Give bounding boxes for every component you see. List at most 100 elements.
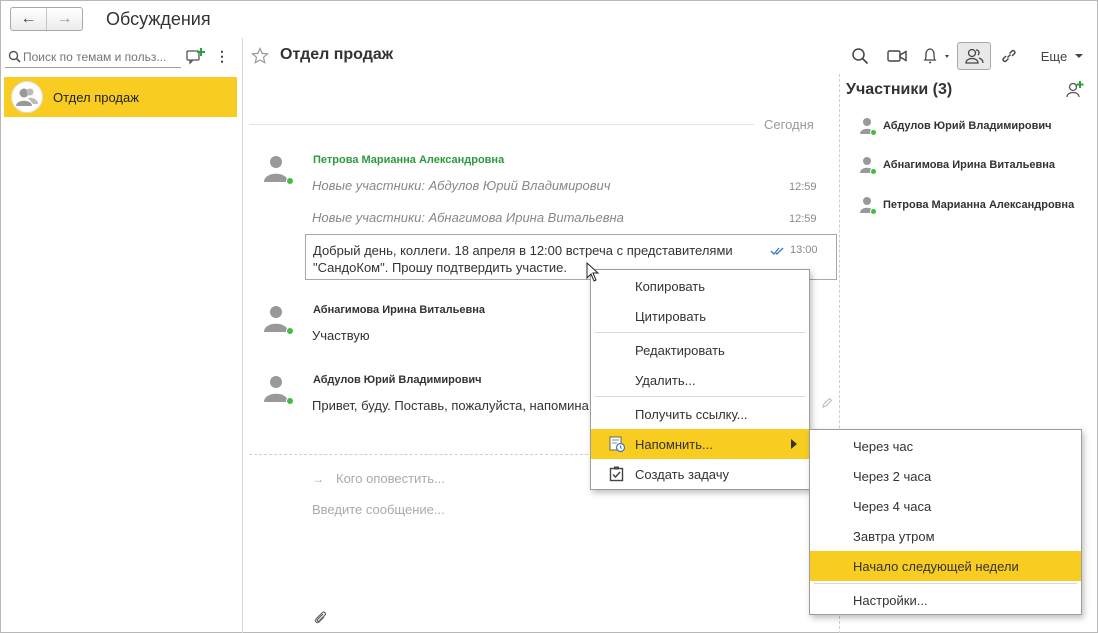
submenu-item-next-week[interactable]: Начало следующей недели bbox=[810, 551, 1081, 581]
more-label: Еще bbox=[1040, 48, 1068, 64]
message-author[interactable]: Абнагимова Ирина Витальевна bbox=[313, 304, 485, 316]
participants-toggle-button[interactable] bbox=[957, 42, 991, 70]
menu-item-label: Цитировать bbox=[635, 308, 706, 324]
participant-name: Петрова Марианна Александровна bbox=[883, 199, 1075, 211]
arrow-right-icon: → bbox=[312, 472, 324, 486]
message-text-line: Добрый день, коллеги. 18 апреля в 12:00 … bbox=[313, 243, 733, 258]
paperclip-icon bbox=[314, 611, 327, 624]
menu-item-label: Создать задачу bbox=[635, 466, 730, 482]
conversation-item-sales[interactable]: Отдел продаж bbox=[4, 77, 237, 117]
favorite-star-icon[interactable] bbox=[251, 47, 269, 68]
submenu-item-label: Через 2 часа bbox=[853, 468, 932, 484]
message-context-menu: Копировать Цитировать Редактировать Удал… bbox=[590, 269, 810, 490]
submenu-item-in-2-hours[interactable]: Через 2 часа bbox=[810, 461, 1081, 491]
menu-item-label: Удалить... bbox=[635, 372, 696, 388]
search-icon bbox=[5, 48, 23, 66]
message-time: 12:59 bbox=[789, 181, 817, 193]
user-avatar-icon bbox=[262, 374, 294, 405]
more-dropdown-button[interactable]: Еще bbox=[1039, 42, 1087, 70]
user-avatar-icon bbox=[858, 196, 877, 215]
group-avatar-icon bbox=[11, 81, 43, 113]
search-icon bbox=[852, 48, 869, 65]
edit-pencil-icon[interactable] bbox=[821, 397, 833, 412]
system-message: Новые участники: Абнагимова Ирина Виталь… bbox=[312, 210, 624, 225]
participant-item[interactable]: Петрова Марианна Александровна bbox=[858, 195, 1074, 215]
read-checkmarks-icon bbox=[770, 244, 786, 259]
submenu-item-label: Начало следующей недели bbox=[853, 558, 1019, 574]
forward-button[interactable]: → bbox=[46, 8, 82, 30]
menu-separator bbox=[814, 583, 1077, 584]
video-call-button[interactable] bbox=[884, 42, 910, 70]
date-label: Сегодня bbox=[764, 117, 814, 132]
back-button[interactable]: ← bbox=[11, 8, 46, 30]
message-time: 12:59 bbox=[789, 213, 817, 225]
message-author[interactable]: Абдулов Юрий Владимирович bbox=[313, 374, 481, 386]
submenu-item-tomorrow-morning[interactable]: Завтра утром bbox=[810, 521, 1081, 551]
participants-title: Участники (3) bbox=[846, 81, 953, 98]
reminder-clock-icon bbox=[608, 435, 626, 453]
notify-input[interactable]: Кого оповестить... bbox=[336, 471, 445, 486]
discussions-window: ← → Обсуждения ⋮ Отдел продаж Отдел прод… bbox=[0, 0, 1098, 633]
online-status-dot bbox=[286, 177, 294, 185]
submenu-item-in-4-hours[interactable]: Через 4 часа bbox=[810, 491, 1081, 521]
message-time: 13:00 bbox=[790, 244, 818, 256]
navigation-buttons: ← → bbox=[10, 7, 83, 31]
menu-item-edit[interactable]: Редактировать bbox=[591, 335, 809, 365]
date-divider bbox=[249, 124, 754, 125]
menu-item-remind[interactable]: Напомнить... bbox=[591, 429, 809, 459]
menu-separator bbox=[595, 332, 805, 333]
search-input[interactable] bbox=[23, 49, 173, 64]
participant-name: Абдулов Юрий Владимирович bbox=[883, 120, 1052, 132]
submenu-arrow-icon bbox=[791, 439, 797, 449]
add-chat-icon bbox=[186, 48, 205, 65]
submenu-item-in-hour[interactable]: Через час bbox=[810, 431, 1081, 461]
menu-item-delete[interactable]: Удалить... bbox=[591, 365, 809, 395]
chat-search-button[interactable] bbox=[847, 42, 873, 70]
notifications-button[interactable] bbox=[917, 42, 955, 70]
add-participant-button[interactable] bbox=[1065, 80, 1085, 101]
submenu-item-settings[interactable]: Настройки... bbox=[810, 585, 1081, 615]
remind-submenu: Через час Через 2 часа Через 4 часа Завт… bbox=[809, 429, 1082, 615]
online-status-dot bbox=[286, 397, 294, 405]
chevron-down-icon bbox=[1075, 54, 1084, 58]
add-user-icon bbox=[1066, 81, 1084, 98]
submenu-item-label: Завтра утром bbox=[853, 528, 935, 544]
message-text[interactable]: Участвую bbox=[312, 328, 370, 343]
menu-item-create-task[interactable]: Создать задачу bbox=[591, 459, 809, 489]
message-input[interactable]: Введите сообщение... bbox=[312, 502, 445, 517]
user-avatar-icon bbox=[858, 117, 877, 136]
more-menu-button[interactable]: ⋮ bbox=[215, 46, 229, 66]
participant-item[interactable]: Абдулов Юрий Владимирович bbox=[858, 116, 1051, 136]
menu-separator bbox=[595, 396, 805, 397]
bell-icon bbox=[923, 48, 949, 64]
menu-item-label: Редактировать bbox=[635, 342, 725, 358]
chat-title: Отдел продаж bbox=[280, 46, 394, 63]
arrow-right-icon: → bbox=[56, 10, 73, 27]
participant-name: Абнагимова Ирина Витальевна bbox=[883, 159, 1056, 171]
menu-item-quote[interactable]: Цитировать bbox=[591, 301, 809, 331]
app-title: Обсуждения bbox=[106, 9, 211, 29]
conversation-list-panel: ⋮ Отдел продаж bbox=[1, 38, 243, 633]
copy-link-button[interactable] bbox=[996, 42, 1022, 70]
menu-item-get-link[interactable]: Получить ссылку... bbox=[591, 399, 809, 429]
menu-item-label: Напомнить... bbox=[635, 436, 713, 452]
online-status-dot bbox=[870, 129, 877, 136]
online-status-dot bbox=[870, 208, 877, 215]
user-avatar-icon bbox=[262, 304, 294, 335]
message-author[interactable]: Петрова Марианна Александровна bbox=[313, 154, 504, 166]
submenu-item-label: Настройки... bbox=[853, 592, 928, 608]
user-avatar-icon bbox=[858, 156, 877, 175]
search-box[interactable] bbox=[5, 46, 181, 68]
message-text[interactable]: Привет, буду. Поставь, пожалуйста, напом… bbox=[312, 398, 589, 413]
online-status-dot bbox=[286, 327, 294, 335]
menu-item-label: Получить ссылку... bbox=[635, 406, 748, 422]
chat-header: Отдел продаж Еще bbox=[244, 38, 1098, 74]
attach-button[interactable] bbox=[312, 609, 328, 628]
new-discussion-button[interactable] bbox=[186, 47, 206, 65]
menu-item-copy[interactable]: Копировать bbox=[591, 271, 809, 301]
system-message: Новые участники: Абдулов Юрий Владимиров… bbox=[312, 178, 611, 193]
participant-item[interactable]: Абнагимова Ирина Витальевна bbox=[858, 155, 1055, 175]
link-icon bbox=[1002, 49, 1016, 63]
task-checkbox-icon bbox=[608, 465, 626, 483]
participants-icon bbox=[965, 48, 984, 64]
